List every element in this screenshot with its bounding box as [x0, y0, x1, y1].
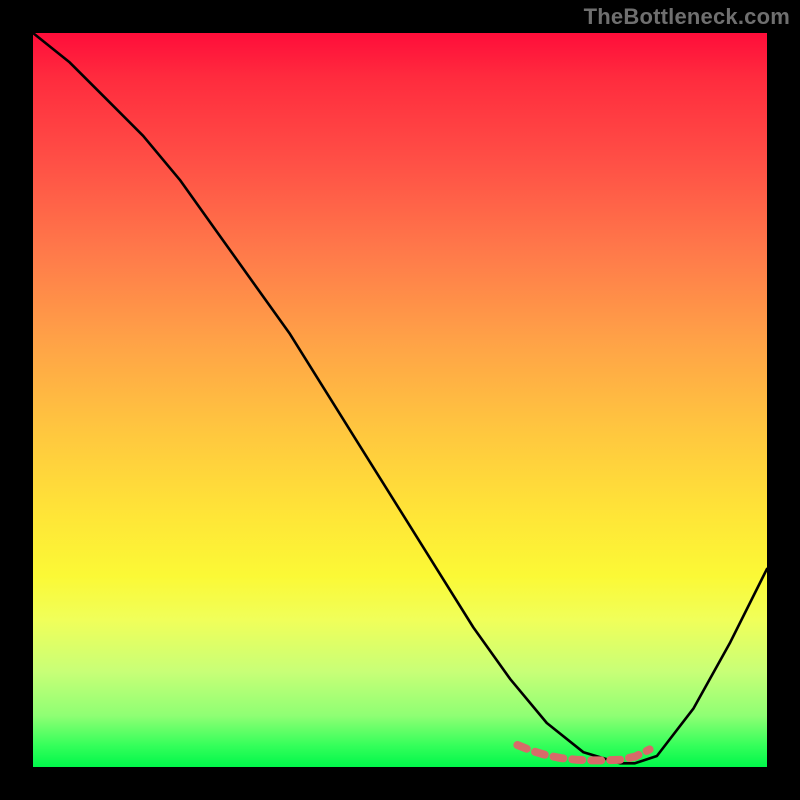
chart-frame: TheBottleneck.com [0, 0, 800, 800]
chart-svg [33, 33, 767, 767]
plot-area [33, 33, 767, 767]
bottleneck-curve-path [33, 33, 767, 763]
watermark-text: TheBottleneck.com [584, 4, 790, 30]
